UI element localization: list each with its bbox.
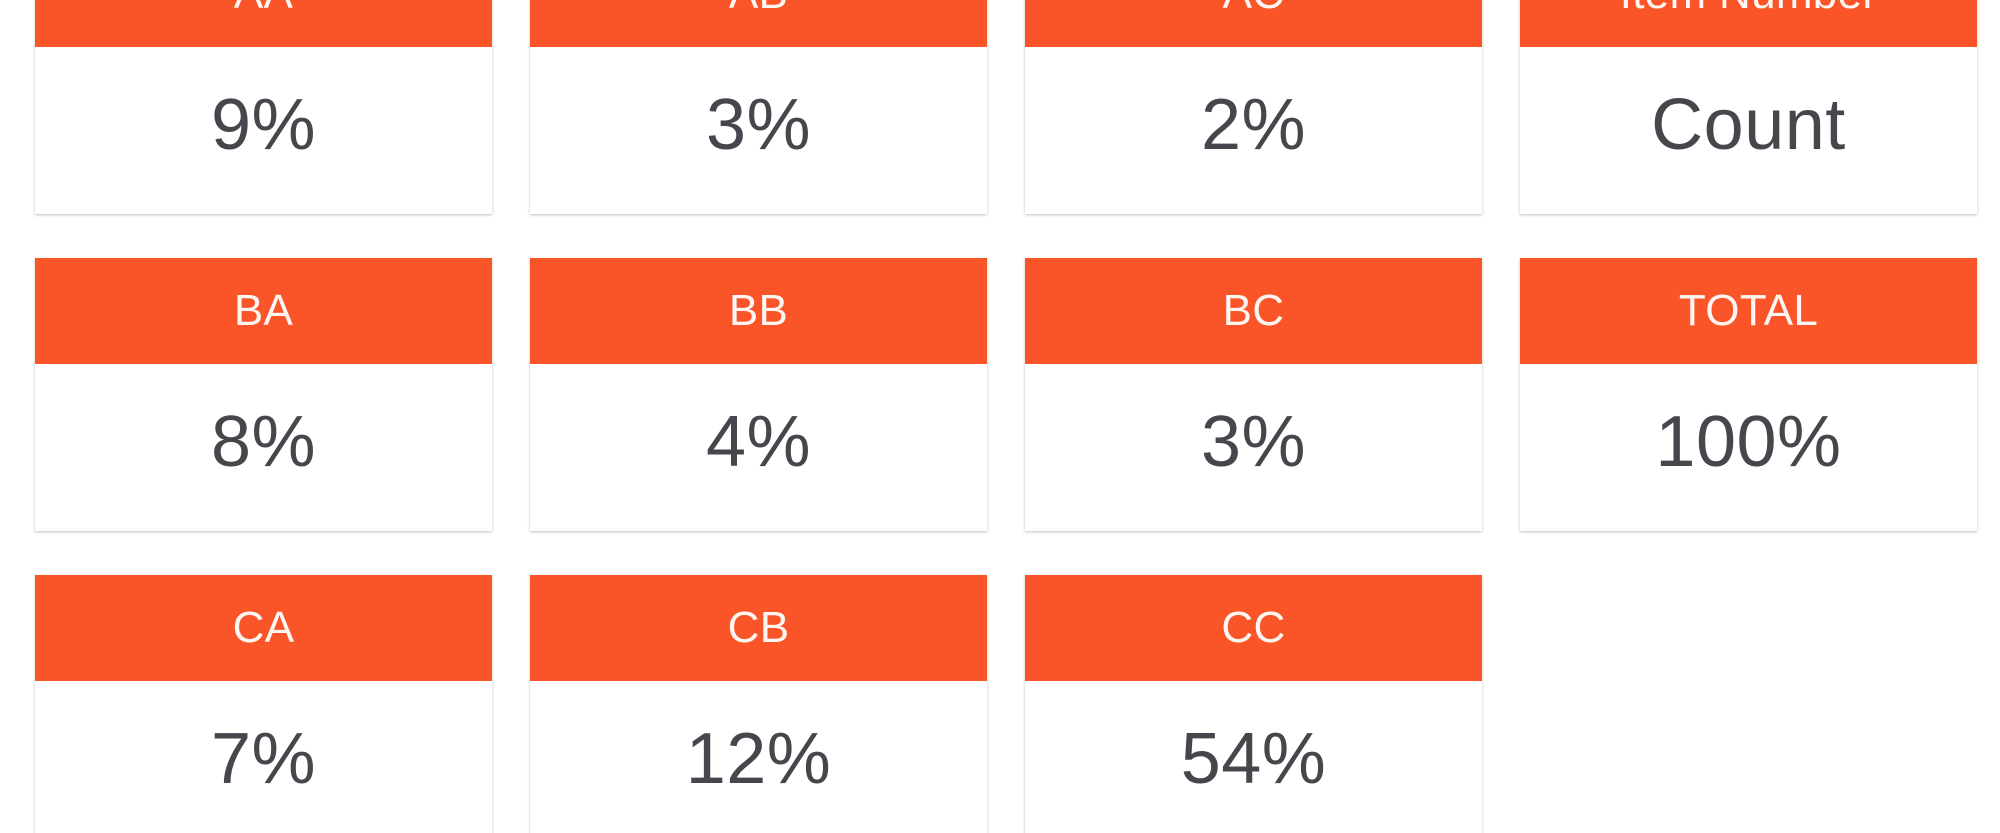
metric-card-header: AC (1025, 0, 1482, 47)
metric-card-header: CC (1025, 575, 1482, 681)
metric-card-empty-slot (1520, 575, 1977, 833)
metric-card-body: 100% (1520, 364, 1977, 531)
metric-card-header: BA (35, 258, 492, 364)
metric-card-value: 8% (210, 401, 317, 482)
metric-card-value: 100% (1655, 401, 1842, 482)
metric-card-header: TOTAL (1520, 258, 1977, 364)
metric-card-body: 3% (530, 47, 987, 214)
metric-card-body: Count (1520, 47, 1977, 214)
metric-card-header: AB (530, 0, 987, 47)
metric-card-header: Item Number (1520, 0, 1977, 47)
metric-card-header: AA (35, 0, 492, 47)
metric-card-body: 3% (1025, 364, 1482, 531)
metric-card-value: Count (1651, 84, 1846, 165)
metric-card-ab[interactable]: AB 3% (530, 0, 987, 214)
metric-card-value: 2% (1200, 84, 1307, 165)
metric-card-ac[interactable]: AC 2% (1025, 0, 1482, 214)
metrics-grid-viewport: AA 9% AB 3% AC 2% Item Number Count BA (0, 0, 2000, 833)
metric-card-value: 9% (210, 84, 317, 165)
metric-card-aa[interactable]: AA 9% (35, 0, 492, 214)
metric-card-body: 54% (1025, 681, 1482, 833)
metrics-card-grid: AA 9% AB 3% AC 2% Item Number Count BA (35, 0, 1977, 833)
metric-card-header: BC (1025, 258, 1482, 364)
metric-card-body: 2% (1025, 47, 1482, 214)
metric-card-value: 54% (1180, 718, 1327, 799)
metric-card-bb[interactable]: BB 4% (530, 258, 987, 531)
metric-card-body: 12% (530, 681, 987, 833)
metric-card-cb[interactable]: CB 12% (530, 575, 987, 833)
metric-card-body: 9% (35, 47, 492, 214)
metric-card-ca[interactable]: CA 7% (35, 575, 492, 833)
metric-card-total[interactable]: TOTAL 100% (1520, 258, 1977, 531)
metric-card-body: 8% (35, 364, 492, 531)
metric-card-body: 7% (35, 681, 492, 833)
metric-card-value: 4% (705, 401, 812, 482)
metric-card-header: CB (530, 575, 987, 681)
metric-card-value: 7% (210, 718, 317, 799)
metric-card-header: CA (35, 575, 492, 681)
metric-card-cc[interactable]: CC 54% (1025, 575, 1482, 833)
metric-card-ba[interactable]: BA 8% (35, 258, 492, 531)
metric-card-value: 3% (1200, 401, 1307, 482)
metric-card-body: 4% (530, 364, 987, 531)
metric-card-bc[interactable]: BC 3% (1025, 258, 1482, 531)
metric-card-item-number[interactable]: Item Number Count (1520, 0, 1977, 214)
metric-card-header: BB (530, 258, 987, 364)
metric-card-value: 3% (705, 84, 812, 165)
metric-card-value: 12% (685, 718, 832, 799)
